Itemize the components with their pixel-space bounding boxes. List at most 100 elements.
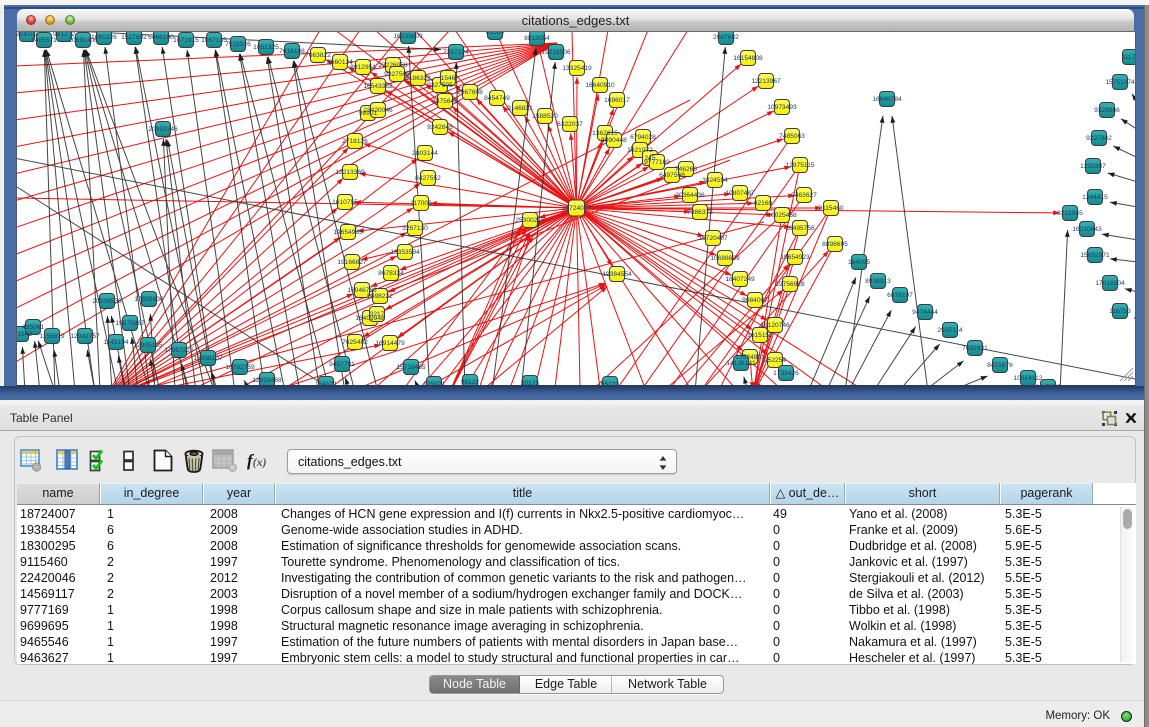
svg-text:12942757: 12942757	[70, 333, 100, 340]
svg-text:3217: 3217	[370, 311, 385, 318]
svg-text:18495758: 18495758	[785, 225, 815, 232]
svg-text:116753: 116753	[1109, 308, 1131, 315]
svg-text:16958107: 16958107	[193, 355, 223, 362]
svg-text:252254: 252254	[764, 357, 786, 364]
svg-text:1546: 1546	[441, 75, 456, 82]
svg-text:10688609: 10688609	[710, 255, 740, 262]
svg-text:3475645: 3475645	[432, 98, 458, 105]
svg-text:6794028: 6794028	[630, 134, 656, 141]
svg-text:9227342: 9227342	[1086, 135, 1112, 142]
svg-text:125021: 125021	[423, 381, 445, 385]
svg-text:7515526: 7515526	[225, 41, 251, 48]
svg-text:9084007: 9084007	[742, 297, 768, 304]
svg-text:16210643: 16210643	[1072, 226, 1102, 233]
svg-text:16648784: 16648784	[872, 96, 902, 103]
svg-text:9777169: 9777169	[644, 159, 670, 166]
svg-text:16033809: 16033809	[393, 33, 423, 40]
svg-text:1733426: 1733426	[773, 370, 799, 377]
svg-text:1527602: 1527602	[121, 34, 147, 41]
svg-text:2803144: 2803144	[412, 150, 438, 157]
svg-text:3267130: 3267130	[402, 225, 428, 232]
svg-text:19654985: 19654985	[333, 229, 363, 236]
svg-text:8215955: 8215955	[1057, 210, 1083, 217]
svg-text:23226058: 23226058	[378, 62, 408, 69]
svg-text:1610755: 1610755	[332, 199, 358, 206]
svg-text:12213967: 12213967	[751, 78, 781, 85]
svg-text:7485063: 7485063	[779, 133, 805, 140]
svg-text:10973493: 10973493	[767, 104, 797, 111]
svg-text:8427552: 8427552	[415, 175, 441, 182]
svg-text:17016504: 17016504	[1095, 280, 1125, 287]
svg-text:1244415: 1244415	[1082, 194, 1108, 201]
svg-text:1362615: 1362615	[592, 130, 618, 137]
svg-text:16543362: 16543362	[363, 83, 393, 90]
svg-text:18407249: 18407249	[725, 276, 755, 283]
svg-text:8938913: 8938913	[865, 278, 891, 285]
svg-text:8813054: 8813054	[524, 35, 550, 42]
svg-text:8471676: 8471676	[987, 362, 1013, 369]
svg-text:8990448: 8990448	[601, 137, 627, 144]
svg-text:6466160: 6466160	[148, 34, 174, 41]
svg-text:17859936: 17859936	[134, 296, 164, 303]
svg-text:15720407: 15720407	[698, 235, 728, 242]
svg-text:98122: 98122	[461, 379, 480, 385]
svg-text:8186328: 8186328	[405, 75, 431, 82]
svg-text:746266: 746266	[675, 166, 697, 173]
svg-text:9146821: 9146821	[507, 105, 533, 112]
svg-text:7357224: 7357224	[443, 49, 469, 56]
svg-text:1405571: 1405571	[31, 37, 57, 44]
svg-text:19975867: 19975867	[115, 320, 145, 327]
svg-text:13325419: 13325419	[562, 65, 592, 72]
svg-text:3824554: 3824554	[702, 177, 728, 184]
svg-text:19166827: 19166827	[337, 259, 367, 266]
svg-text:19654923: 19654923	[780, 254, 810, 261]
svg-text:11172: 11172	[1121, 54, 1135, 61]
svg-text:16154808: 16154808	[733, 55, 763, 62]
svg-text:7663822: 7663822	[305, 52, 331, 59]
svg-text:12905135: 12905135	[133, 342, 163, 349]
svg-text:6497568: 6497568	[659, 172, 685, 179]
svg-text:2967608: 2967608	[457, 89, 483, 96]
svg-text:164095: 164095	[848, 259, 870, 266]
svg-text:20175: 20175	[521, 380, 540, 385]
svg-text:19218506: 19218506	[541, 49, 571, 56]
svg-text:117006: 117006	[410, 200, 432, 207]
svg-text:9457791: 9457791	[329, 361, 355, 368]
svg-text:7625402: 7625402	[342, 339, 368, 346]
svg-text:16640910: 16640910	[585, 82, 615, 89]
svg-text:9242845: 9242845	[427, 124, 453, 131]
svg-text:1051325: 1051325	[253, 44, 279, 51]
svg-text:7386372: 7386372	[687, 209, 713, 216]
svg-text:19384554: 19384554	[602, 271, 632, 278]
svg-text:20364436: 20364436	[675, 192, 705, 199]
svg-text:10654112: 10654112	[1014, 375, 1043, 382]
svg-text:9245652: 9245652	[1035, 384, 1061, 385]
svg-text:62160: 62160	[754, 200, 773, 207]
svg-text:23420046: 23420046	[363, 107, 393, 114]
svg-text:7632621: 7632621	[962, 345, 988, 352]
svg-text:12975115: 12975115	[786, 162, 815, 169]
svg-text:1615152: 1615152	[747, 332, 773, 339]
svg-text:8912954: 8912954	[350, 64, 376, 71]
svg-text:9327505: 9327505	[427, 82, 453, 89]
svg-text:17957225: 17957225	[164, 347, 194, 354]
svg-text:9329966: 9329966	[1094, 107, 1120, 114]
svg-text:391543: 391543	[17, 331, 32, 338]
svg-text:9115460: 9115460	[818, 205, 844, 212]
svg-text:16120746: 16120746	[760, 322, 790, 329]
svg-text:8678334: 8678334	[378, 270, 404, 277]
svg-text:10807487: 10807487	[725, 190, 755, 197]
svg-text:9463627: 9463627	[791, 192, 817, 199]
svg-text:7616108: 7616108	[279, 48, 305, 55]
svg-text:10025458: 10025458	[767, 212, 797, 219]
svg-text:25300215: 25300215	[515, 217, 545, 224]
svg-text:16782759: 16782759	[225, 364, 255, 371]
svg-text:154121: 154121	[315, 381, 337, 385]
svg-text:12213369: 12213369	[335, 169, 365, 176]
svg-text:19756928: 19756928	[775, 281, 805, 288]
svg-text:1696017: 1696017	[604, 97, 630, 104]
svg-text:13353594: 13353594	[390, 249, 420, 256]
svg-text:16914479: 16914479	[375, 340, 405, 347]
svg-text:6879197: 6879197	[887, 292, 913, 299]
svg-text:1209387: 1209387	[1080, 163, 1106, 170]
